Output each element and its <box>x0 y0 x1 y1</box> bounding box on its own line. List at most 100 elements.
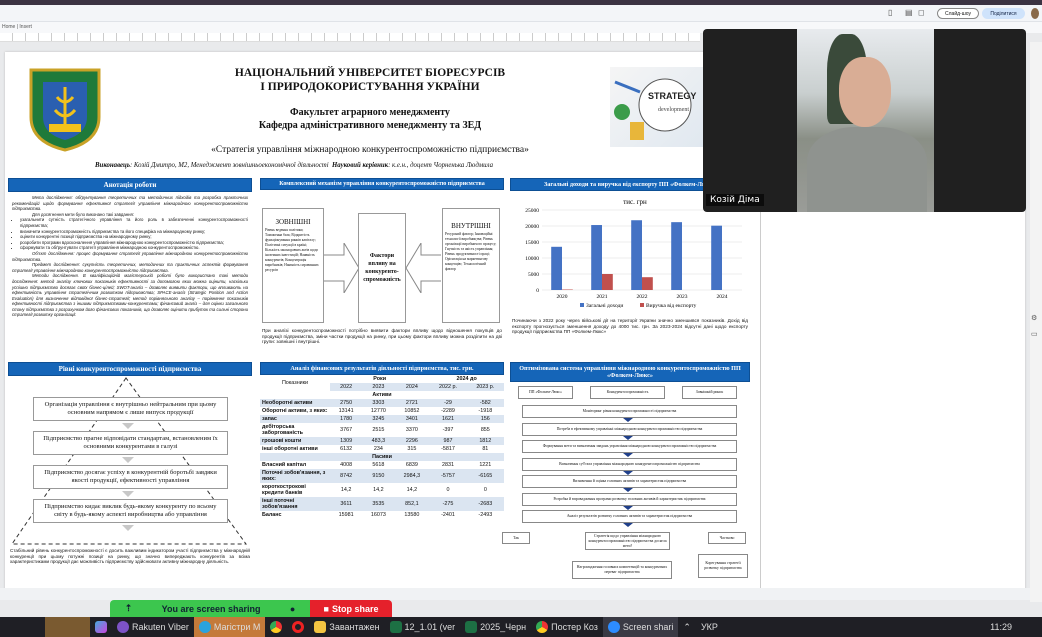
table-row: дебіторська заборгованість 3767 2515 3370 -3… <box>260 423 504 437</box>
flow-top-market: Зовнішній ринок <box>682 386 737 399</box>
taskbar-excel-1[interactable]: 12_1.01 (ver <box>385 617 461 637</box>
cell: 14,2 <box>373 487 384 493</box>
clock[interactable]: 11:29 <box>985 617 1017 637</box>
cell: 1780 <box>330 415 363 423</box>
page-divider <box>760 212 761 592</box>
user-avatar[interactable] <box>1031 8 1039 19</box>
flow-yes: Так <box>502 532 530 544</box>
cell: 2721 <box>394 399 430 407</box>
present-button[interactable]: Слайд-шоу <box>937 8 979 19</box>
row-name: Власний капітал <box>262 462 307 468</box>
cell: -2401 <box>441 512 455 518</box>
author-label: Виконавець <box>95 162 130 169</box>
factors-center-box: Фактори впливу на конкуренто-спроможніст… <box>358 213 406 323</box>
taskbar-zoom[interactable]: Screen shari <box>602 617 679 637</box>
cell: -6165 <box>466 469 504 483</box>
cell: 0 <box>483 487 487 493</box>
row-name: Баланс <box>262 512 282 518</box>
copilot-icon[interactable] <box>90 617 112 637</box>
cell: 2984,3 <box>394 469 430 483</box>
annotation-methods: Методи дослідження. В кваліфікаційній ма… <box>12 273 248 318</box>
advisor-label: Науковий керівник <box>332 162 389 169</box>
flow-result-yes: Нагромадження головних компетенцій та ко… <box>572 561 672 579</box>
table-row: запас 1780 3245 3401 1621 156 <box>260 415 504 423</box>
y-tick-label: 15000 <box>525 240 539 246</box>
taskbar-chrome-poster[interactable]: Постер Коз <box>531 617 603 637</box>
taskbar-telegram[interactable]: Магістри М <box>193 617 266 637</box>
col-years: Роки <box>373 376 387 382</box>
cell: 8742 <box>330 469 363 483</box>
cell: 0 <box>446 487 450 493</box>
flow-step: Аналіз результатів розвитку головних акт… <box>522 510 737 523</box>
folder-icon <box>314 621 327 633</box>
y-tick-label: 5000 <box>528 272 539 278</box>
cell: 9150 <box>362 469 395 483</box>
cell: 852,1 <box>394 497 430 511</box>
cell: 855 <box>480 427 490 433</box>
strategy-image: STRATEGY development <box>610 67 705 147</box>
cell: 3245 <box>362 415 395 423</box>
cell: -582 <box>466 399 504 407</box>
stop-share-button[interactable]: ■ Stop share <box>310 600 392 617</box>
video-tile[interactable]: Козій Діма <box>703 29 1026 212</box>
chart-title: тис. грн <box>623 198 647 206</box>
tab-home[interactable]: Home <box>2 24 15 30</box>
level-1: Організація управління є внутрішньо нейт… <box>33 397 228 421</box>
comments-icon[interactable]: ▯ <box>888 8 892 17</box>
cell: 483,3 <box>362 437 395 445</box>
cell: 6839 <box>405 462 418 468</box>
cell: 12770 <box>370 408 386 414</box>
col-2024: 2024 <box>394 383 430 391</box>
widgets-icon[interactable] <box>45 617 90 637</box>
notes-icon[interactable]: ▤ <box>905 8 913 17</box>
sharing-status-bar[interactable]: ⇡ You are screen sharing ● <box>110 600 310 617</box>
mechanism-section: Комплексний механізм управління конкурен… <box>260 178 504 358</box>
cell: 2515 <box>372 427 385 433</box>
comment-icon[interactable]: ▭ <box>1031 330 1038 338</box>
cell: 3303 <box>362 399 395 407</box>
tab-insert[interactable]: Insert <box>19 24 32 30</box>
cell: 234 <box>373 446 383 452</box>
taskbar-viber[interactable]: Rakuten Viber <box>112 617 194 637</box>
row-name: грошові кошти <box>260 437 330 445</box>
arrow-right-icon <box>324 243 360 293</box>
svg-text:development: development <box>658 107 689 113</box>
mechanism-header: Комплексний механізм управління конкурен… <box>260 178 504 190</box>
chrome-icon[interactable] <box>265 617 287 637</box>
opera-icon[interactable] <box>287 617 309 637</box>
taskbar-explorer[interactable]: Завантажен <box>309 617 384 637</box>
finance-section: Аналіз фінансових результатів діяльності… <box>260 362 504 519</box>
level-3: Підприємство досягає успіху в конкурентн… <box>33 465 228 489</box>
share-button[interactable]: Поділитися <box>982 8 1025 19</box>
flow-step: Формування мети та визначення завдань уп… <box>522 440 737 453</box>
x-tick-label: 2021 <box>597 294 608 300</box>
flow-step: Визначення суб'єкта управління міжнародн… <box>522 457 737 471</box>
language-indicator[interactable]: УКР <box>696 617 723 637</box>
department-name: Кафедра адміністративного менеджменту та… <box>258 120 482 131</box>
row-name: Оборотні активи, з яких: <box>262 408 328 414</box>
cell: -2683 <box>466 497 504 511</box>
flow-top-competitiveness: Конкурентоспроможність <box>590 386 665 399</box>
legend-label: Виручка від експорту <box>646 303 697 309</box>
cell: 2831 <box>441 462 454 468</box>
legend-swatch <box>580 303 584 307</box>
row-name: запас <box>260 415 330 423</box>
table-row: інші поточні зобов'язання 3611 3535 852,1 -2… <box>260 497 504 511</box>
cell: 156 <box>466 415 504 423</box>
app-label: Магістри М <box>213 622 261 632</box>
cell: 81 <box>482 446 489 452</box>
record-icon[interactable]: ◻ <box>918 8 925 17</box>
flow-partly: Частково <box>708 532 746 544</box>
settings-icon[interactable]: ⚙ <box>1031 314 1037 322</box>
excel-icon <box>465 621 478 633</box>
cell: 3370 <box>405 427 418 433</box>
annotation-subject: Предмет дослідження: сукупність теоретич… <box>12 262 248 273</box>
col-vs-2022: 2022 р. <box>429 383 467 391</box>
app-toolbar: ▯ ▤ ◻ Слайд-шоу Поділитися <box>0 5 1042 22</box>
taskbar-excel-2[interactable]: 2025_Черн <box>460 617 531 637</box>
pin-icon[interactable]: ⇡ <box>125 603 133 614</box>
bar-export-2021 <box>602 274 613 290</box>
tray-chevron-icon[interactable]: ⌃ <box>678 617 696 637</box>
legend-label: Загальні доходи <box>586 303 623 309</box>
y-tick-label: 10000 <box>525 256 539 262</box>
